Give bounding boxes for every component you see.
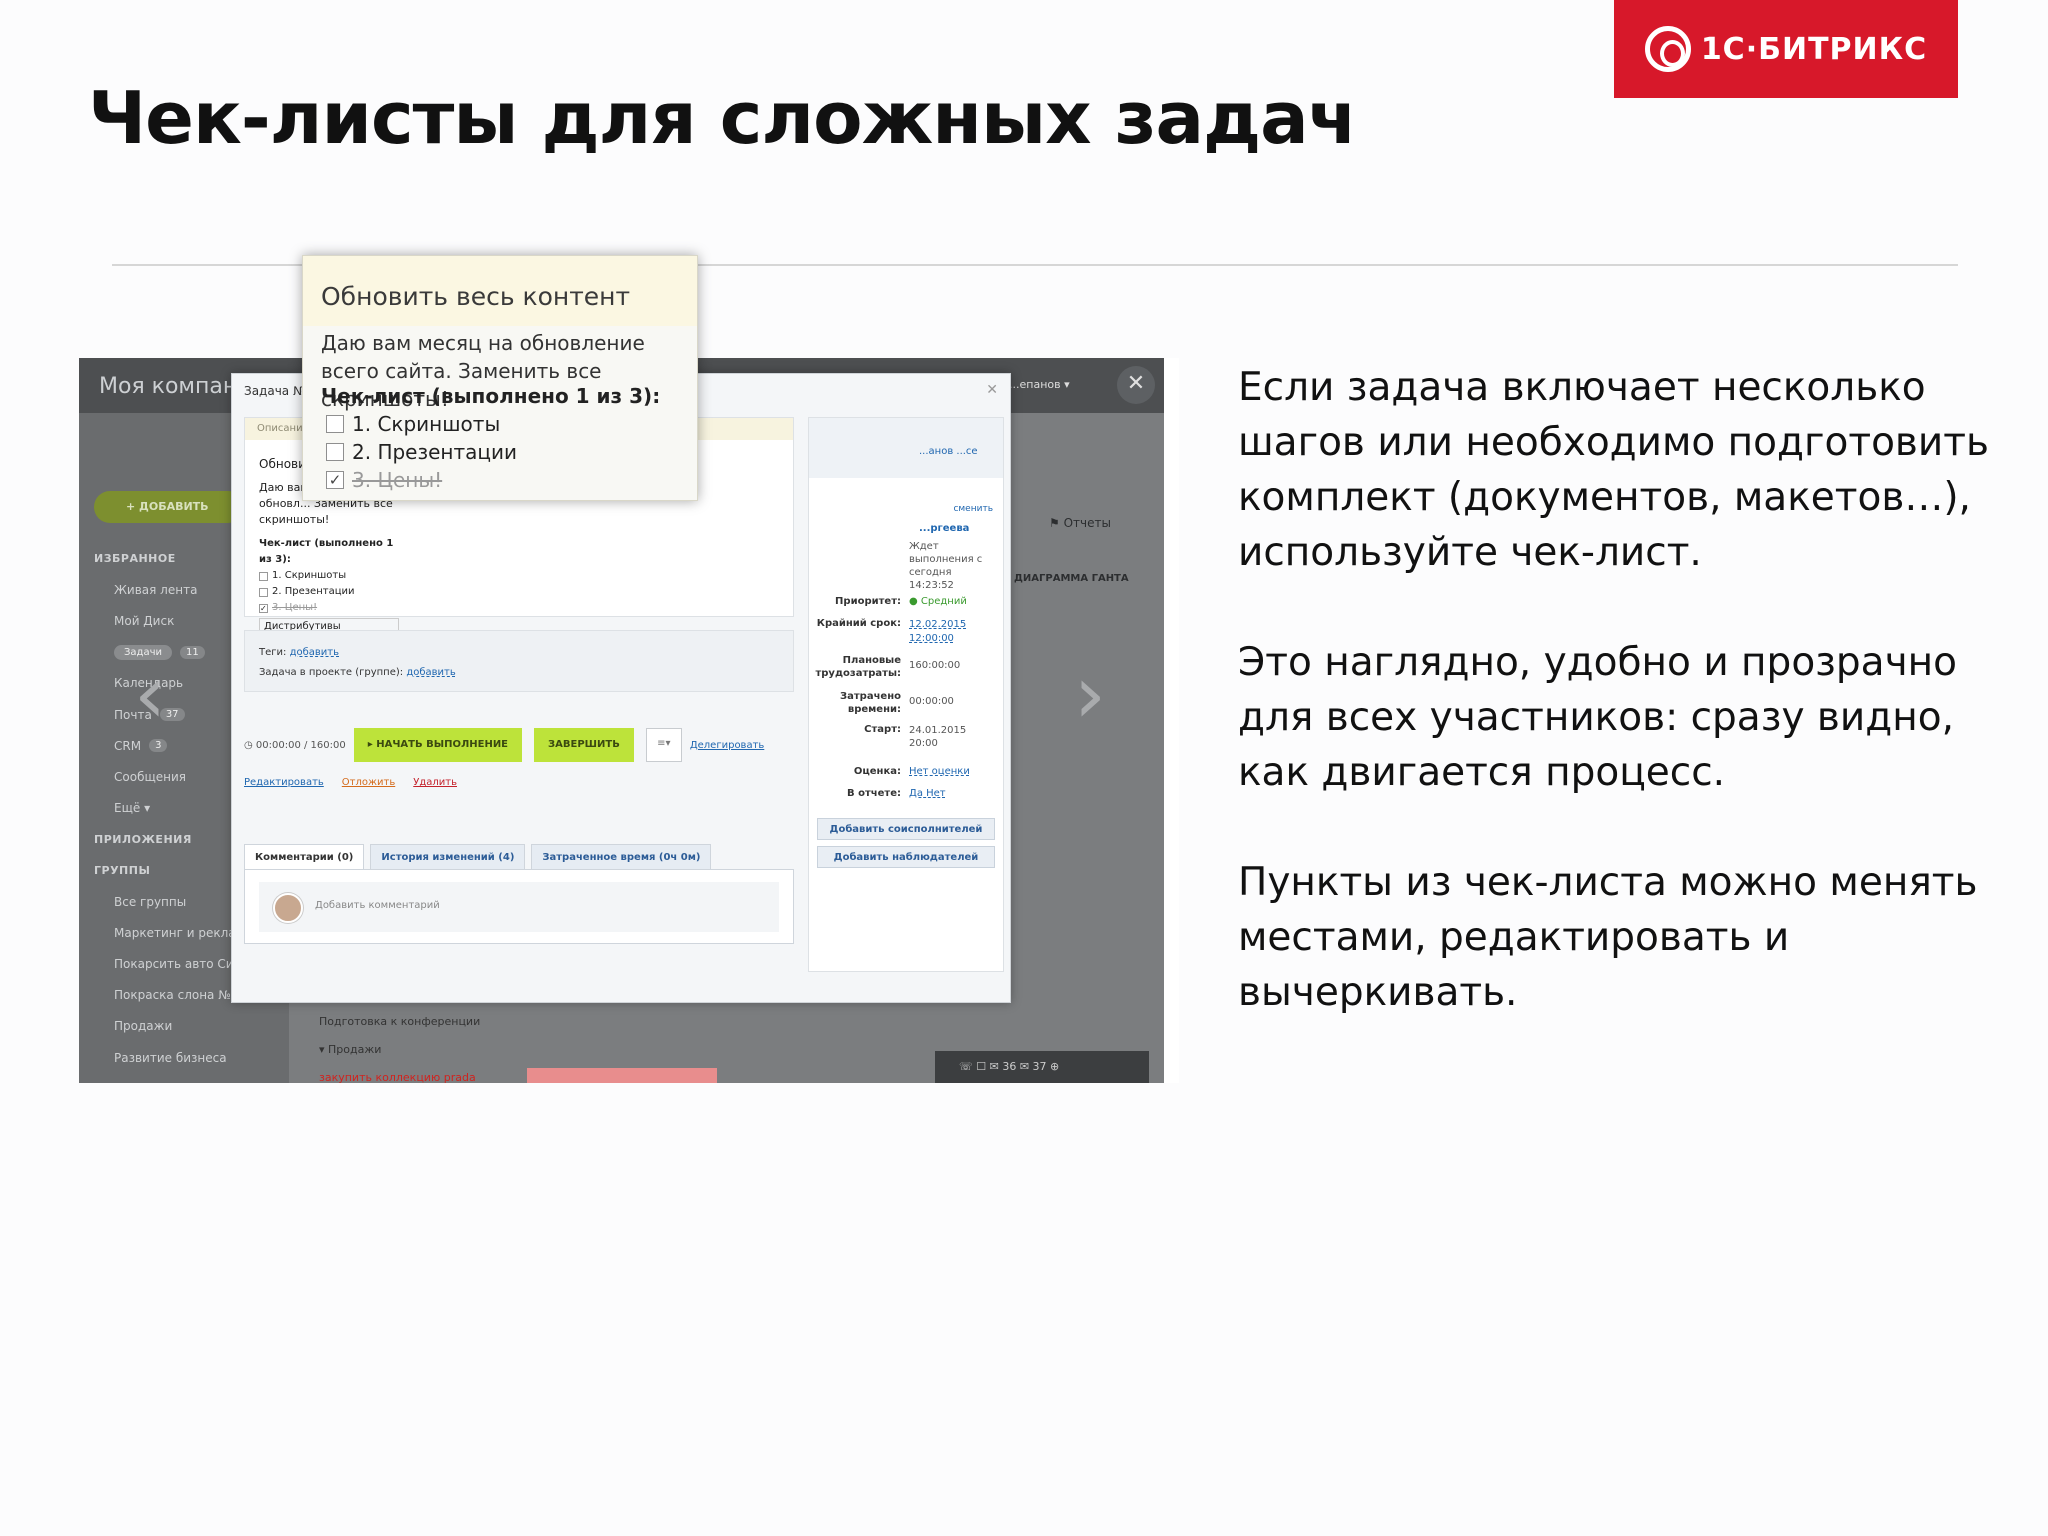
delegate-link[interactable]: Делегировать	[690, 740, 764, 751]
planned-row: Плановые трудозатраты: 160:00:00	[815, 655, 961, 679]
add-tag-link[interactable]: добавить	[290, 647, 339, 658]
rating-row: Оценка: Нет оценки	[853, 766, 970, 777]
prev-arrow-icon[interactable]: ‹	[134, 648, 166, 741]
sidebar-item-label: Покраска слона №1	[114, 988, 239, 1003]
add-coexecutors-button[interactable]: Добавить соисполнителей	[817, 818, 995, 840]
list-item[interactable]: ▾ Продажи	[319, 1036, 480, 1064]
checkbox-checked[interactable]: ✓	[259, 603, 268, 613]
count-badge: 3	[149, 739, 168, 753]
add-observers-button[interactable]: Добавить наблюдателей	[817, 846, 995, 868]
edit-link[interactable]: Редактировать	[244, 777, 324, 788]
gantt-task-list: Подготовка к конференции ▾ Продажи закуп…	[319, 1008, 480, 1083]
spent-row: Затрачено времени: 00:00:00	[840, 691, 954, 715]
owner[interactable]: ...анов ...се	[809, 418, 1003, 478]
sidebar-item[interactable]: Семинар	[94, 1073, 289, 1083]
sidebar-item-label: ГРУППЫ	[94, 863, 151, 877]
count-badge: 11	[180, 645, 205, 659]
priority-row: Приоритет: ● Средний	[835, 596, 967, 607]
sidebar-item-label: Все группы	[114, 894, 187, 909]
sidebar-item-label: Мой Диск	[114, 613, 175, 628]
checkbox[interactable]	[326, 415, 344, 433]
comment-input[interactable]: Добавить комментарий	[259, 882, 779, 932]
bitrix-logo-icon	[1644, 26, 1691, 72]
add-button[interactable]: + ДОБАВИТЬ	[94, 491, 244, 523]
project-label: Задача в проекте (группе):	[259, 667, 404, 678]
checklist-item[interactable]: 1. Скриншоты	[259, 568, 409, 584]
deadline-row: Крайний срок: 12.02.2015 12:00:00	[816, 618, 967, 644]
bottom-toolbar[interactable]: ☏ ☐ ✉ 36 ✉ 37 ⊕	[935, 1051, 1149, 1083]
sidebar-item-label: ПРИЛОЖЕНИЯ	[94, 832, 192, 846]
tab-time[interactable]: Затраченное время (0ч 0м)	[531, 844, 712, 870]
list-item[interactable]: закупить коллекцию prada	[319, 1064, 480, 1083]
zoom-checklist-item[interactable]: 2. Презентации	[326, 440, 517, 464]
dialog-close-icon[interactable]: ✕	[986, 382, 998, 398]
sidebar-item-label: Развитие бизнеса	[114, 1050, 227, 1065]
sidebar-item-label: Живая лента	[114, 582, 198, 597]
timer: ◷ 00:00:00 / 160:00	[244, 739, 346, 751]
slide-title: Чек-листы для сложных задач	[88, 76, 1357, 160]
sidebar-item-label: Ещё ▾	[114, 801, 151, 816]
checkbox-checked[interactable]: ✓	[326, 471, 344, 489]
user-menu[interactable]: ...епанов ▾	[1009, 378, 1070, 391]
start-row: Старт: 24.01.2015 20:00	[864, 724, 967, 749]
checkbox[interactable]	[259, 587, 268, 597]
task-tabs: Комментарии (0) История изменений (4) За…	[244, 844, 712, 870]
sidebar-item-label: Продажи	[114, 1019, 173, 1034]
sidebar-item-label: ИЗБРАННОЕ	[94, 552, 176, 566]
zoom-checklist-item[interactable]: 1. Скриншоты	[326, 412, 500, 436]
tab-comments[interactable]: Комментарии (0)	[244, 844, 365, 870]
tags-box: Теги: добавить Задача в проекте (группе)…	[244, 630, 794, 692]
checklist-zoom: Обновить весь контент Даю вам месяц на о…	[302, 255, 698, 501]
assignee[interactable]: ...ргеева	[919, 523, 969, 534]
gantt-bar	[527, 1068, 717, 1083]
zoom-title: Обновить весь контент	[321, 282, 631, 311]
action-row: ◷ 00:00:00 / 160:00 ▸ НАЧАТЬ ВЫПОЛНЕНИЕ …	[244, 728, 764, 762]
zoom-checklist-item[interactable]: ✓ 3. Цены!	[326, 468, 442, 492]
avatar	[273, 893, 303, 923]
paragraph-1: Если задача включает несколько шагов или…	[1238, 365, 1989, 575]
logo-text: 1С·БИТРИКС	[1700, 31, 1928, 67]
tags-label: Теги:	[259, 647, 287, 658]
sidebar-item[interactable]: Продажи	[94, 1011, 289, 1042]
delete-link[interactable]: Удалить	[413, 777, 457, 788]
defer-link[interactable]: Отложить	[342, 777, 395, 788]
comment-area: Добавить комментарий	[244, 869, 794, 944]
list-item[interactable]: Подготовка к конференции	[319, 1008, 480, 1036]
start-button[interactable]: ▸ НАЧАТЬ ВЫПОЛНЕНИЕ	[353, 728, 523, 762]
menu-icon[interactable]: ≡▾	[645, 728, 682, 762]
zoom-checklist-title: Чек-лист (выполнено 1 из 3):	[321, 384, 661, 408]
task-links: Редактировать Отложить Удалить	[244, 777, 457, 788]
add-project-link[interactable]: добавить	[406, 667, 455, 678]
checkbox[interactable]	[259, 571, 268, 581]
sidebar-item[interactable]: Развитие бизнеса	[94, 1042, 289, 1073]
tab-history[interactable]: История изменений (4)	[370, 844, 526, 870]
reports-link[interactable]: ⚑ Отчеты	[1049, 516, 1111, 530]
gantt-button[interactable]: ДИАГРАММА ГАНТА	[1014, 573, 1129, 584]
checklist-item[interactable]: ✓ 3. Цены!	[259, 600, 409, 616]
change-link[interactable]: сменить	[953, 504, 993, 514]
sidebar-item-label: Семинар	[114, 1082, 169, 1083]
paragraph-2: Это наглядно, удобно и прозрачно для все…	[1238, 640, 1957, 795]
next-arrow-icon[interactable]: ›	[1074, 648, 1106, 741]
slide-body: Если задача включает несколько шагов или…	[1238, 360, 2018, 1075]
checkbox[interactable]	[326, 443, 344, 461]
task-details-panel: ...анов ...се сменить ...ргеева Ждет вып…	[808, 417, 1004, 972]
bitrix-logo: 1С·БИТРИКС	[1614, 0, 1958, 98]
checklist-item[interactable]: 2. Презентации	[259, 584, 409, 600]
checklist-title: Чек-лист (выполнено 1 из 3):	[259, 538, 394, 565]
paragraph-3: Пункты из чек-листа можно менять местами…	[1238, 860, 1978, 1015]
sidebar-item-label: Сообщения	[114, 769, 187, 784]
report-row: В отчете: Да Нет	[847, 788, 946, 799]
close-icon[interactable]: ✕	[1117, 366, 1155, 404]
finish-button[interactable]: ЗАВЕРШИТЬ	[534, 728, 634, 762]
comment-placeholder: Добавить комментарий	[315, 900, 440, 911]
status-row: Ждет выполнения с сегодня 14:23:52	[909, 541, 983, 591]
